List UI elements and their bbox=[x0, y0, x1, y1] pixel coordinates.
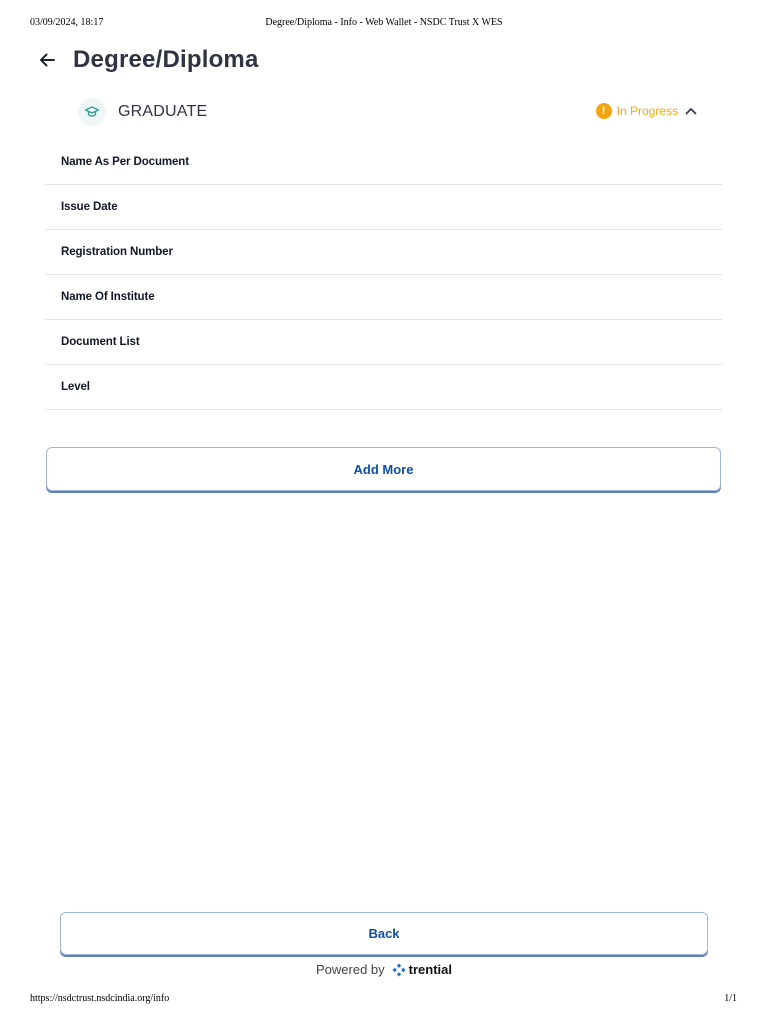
powered-by-label: Powered by bbox=[316, 962, 385, 977]
field-list: Name As Per Document Issue Date Registra… bbox=[45, 140, 722, 410]
print-page-title: Degree/Diploma - Info - Web Wallet - NSD… bbox=[265, 17, 503, 28]
field-label: Level bbox=[61, 381, 90, 393]
field-row-issue-date[interactable]: Issue Date bbox=[45, 185, 722, 230]
print-header: 03/09/2024, 18:17 Degree/Diploma - Info … bbox=[0, 17, 768, 31]
trential-logo-icon bbox=[392, 963, 406, 977]
section-title: GRADUATE bbox=[118, 103, 208, 120]
alert-icon: ! bbox=[595, 103, 612, 119]
print-url: https://nsdctrust.nsdcindia.org/info bbox=[30, 993, 170, 1004]
graduation-cap-icon bbox=[78, 98, 106, 126]
print-footer: https://nsdctrust.nsdcindia.org/info 1/1 bbox=[0, 993, 768, 1007]
add-more-button[interactable]: Add More bbox=[46, 447, 721, 491]
field-label: Registration Number bbox=[61, 246, 173, 258]
graduate-section-header[interactable]: GRADUATE ! In Progress bbox=[78, 96, 702, 128]
page-title: Degree/Diploma bbox=[73, 46, 259, 73]
chevron-up-icon[interactable] bbox=[684, 104, 698, 118]
field-row-name-as-per-document[interactable]: Name As Per Document bbox=[45, 140, 722, 185]
powered-by: Powered by trential bbox=[0, 962, 768, 977]
field-row-registration-number[interactable]: Registration Number bbox=[45, 230, 722, 275]
field-row-document-list[interactable]: Document List bbox=[45, 320, 722, 365]
field-label: Name Of Institute bbox=[61, 291, 155, 303]
field-row-level[interactable]: Level bbox=[45, 365, 722, 410]
page-header: Degree/Diploma bbox=[36, 44, 259, 76]
field-row-name-of-institute[interactable]: Name Of Institute bbox=[45, 275, 722, 320]
field-label: Name As Per Document bbox=[61, 156, 189, 168]
status-badge: In Progress bbox=[616, 104, 678, 118]
back-arrow-icon[interactable] bbox=[36, 49, 58, 71]
brand-name[interactable]: trential bbox=[409, 962, 452, 977]
status-toggle[interactable]: ! In Progress bbox=[595, 103, 698, 119]
field-label: Issue Date bbox=[61, 201, 118, 213]
back-button[interactable]: Back bbox=[60, 912, 708, 955]
print-page-number: 1/1 bbox=[724, 993, 737, 1004]
field-label: Document List bbox=[61, 336, 140, 348]
